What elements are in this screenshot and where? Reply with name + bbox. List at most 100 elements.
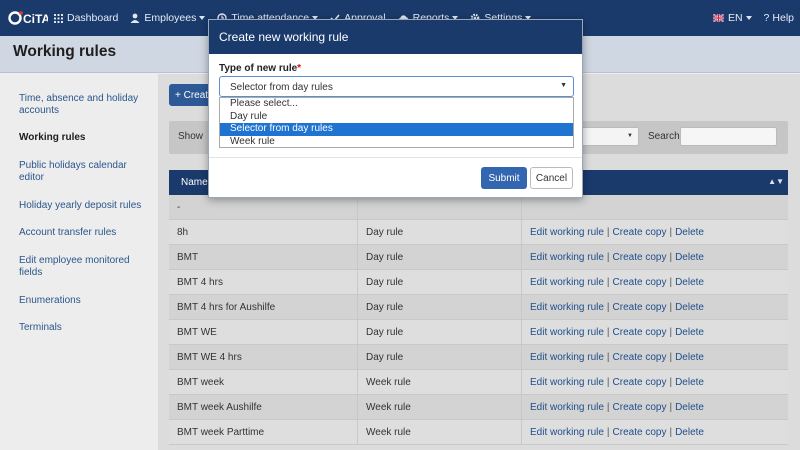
rule-type-selected-value: Selector from day rules xyxy=(230,82,333,93)
action-separator: | xyxy=(669,351,673,363)
table-row[interactable]: BMT week Parttime Week rule Edit working… xyxy=(169,420,788,445)
nav-dashboard[interactable]: Dashboard xyxy=(54,12,118,24)
cell-name: - xyxy=(169,195,358,219)
show-label: Show xyxy=(178,131,204,142)
sidebar-item-time-absence-holiday-accounts[interactable]: Time, absence and holiday accounts xyxy=(19,93,149,117)
delete-link[interactable]: Delete xyxy=(675,377,704,388)
edit-working-rule-link[interactable]: Edit working rule xyxy=(530,302,604,313)
cancel-button[interactable]: Cancel xyxy=(530,167,573,189)
table-row[interactable]: BMT week Week rule Edit working rule | C… xyxy=(169,370,788,395)
create-copy-link[interactable]: Create copy xyxy=(613,427,667,438)
app-logo[interactable]: CiTA xyxy=(8,10,54,26)
table-row[interactable]: 8h Day rule Edit working rule | Create c… xyxy=(169,220,788,245)
help-icon: ? xyxy=(763,12,770,24)
action-separator: | xyxy=(669,426,673,438)
edit-working-rule-link[interactable]: Edit working rule xyxy=(530,327,604,338)
action-separator: | xyxy=(606,376,610,388)
edit-working-rule-link[interactable]: Edit working rule xyxy=(530,377,604,388)
action-separator: | xyxy=(606,401,610,413)
edit-working-rule-link[interactable]: Edit working rule xyxy=(530,402,604,413)
cell-name: BMT week Aushilfe xyxy=(169,395,358,419)
cell-name: BMT WE xyxy=(169,320,358,344)
delete-link[interactable]: Delete xyxy=(675,402,704,413)
cell-type: Week rule xyxy=(358,420,522,444)
create-copy-link[interactable]: Create copy xyxy=(613,252,667,263)
action-separator: | xyxy=(606,326,610,338)
nav-employees[interactable]: Employees xyxy=(130,12,206,24)
sidebar-item-terminals[interactable]: Terminals xyxy=(19,322,149,334)
sidebar-item-account-transfer-rules[interactable]: Account transfer rules xyxy=(19,227,149,239)
cell-actions: Edit working rule | Create copy | Delete xyxy=(522,395,788,419)
option-please-select[interactable]: Please select... xyxy=(220,98,573,111)
edit-working-rule-link[interactable]: Edit working rule xyxy=(530,252,604,263)
table-row[interactable]: BMT 4 hrs for Aushilfe Day rule Edit wor… xyxy=(169,295,788,320)
delete-link[interactable]: Delete xyxy=(675,352,704,363)
cell-actions: Edit working rule | Create copy | Delete xyxy=(522,270,788,294)
create-copy-link[interactable]: Create copy xyxy=(613,277,667,288)
sidebar-item-enumerations[interactable]: Enumerations xyxy=(19,295,149,307)
required-marker: * xyxy=(297,63,302,74)
delete-link[interactable]: Delete xyxy=(675,277,704,288)
option-selector-from-day-rules[interactable]: Selector from day rules xyxy=(220,123,573,136)
option-week-rule[interactable]: Week rule xyxy=(220,136,573,149)
table-row[interactable]: BMT Day rule Edit working rule | Create … xyxy=(169,245,788,270)
table-row[interactable]: BMT WE Day rule Edit working rule | Crea… xyxy=(169,320,788,345)
rule-type-label: Type of new rule* xyxy=(219,63,301,74)
cell-type: Week rule xyxy=(358,395,522,419)
sort-icon[interactable]: ▲▼ xyxy=(768,177,784,186)
table-row[interactable]: - xyxy=(169,195,788,220)
edit-working-rule-link[interactable]: Edit working rule xyxy=(530,277,604,288)
action-separator: | xyxy=(669,226,673,238)
rule-type-select[interactable]: Selector from day rules ▼ xyxy=(219,76,574,97)
create-copy-link[interactable]: Create copy xyxy=(613,227,667,238)
action-separator: | xyxy=(669,376,673,388)
page-title: Working rules xyxy=(13,43,117,60)
option-day-rule[interactable]: Day rule xyxy=(220,111,573,124)
action-separator: | xyxy=(606,301,610,313)
help-link[interactable]: Help xyxy=(772,12,794,24)
column-header-name[interactable]: Name xyxy=(181,177,208,188)
cell-name: 8h xyxy=(169,220,358,244)
delete-link[interactable]: Delete xyxy=(675,227,704,238)
table-row[interactable]: BMT WE 4 hrs Day rule Edit working rule … xyxy=(169,345,788,370)
sidebar-item-public-holidays-calendar-editor[interactable]: Public holidays calendar editor xyxy=(19,160,149,184)
language-selector[interactable]: EN xyxy=(728,12,743,24)
action-separator: | xyxy=(606,226,610,238)
modal-title: Create new working rule xyxy=(209,20,582,54)
sidebar-item-holiday-yearly-deposit-rules[interactable]: Holiday yearly deposit rules xyxy=(19,200,149,212)
edit-working-rule-link[interactable]: Edit working rule xyxy=(530,227,604,238)
action-separator: | xyxy=(669,301,673,313)
chevron-down-icon: ▼ xyxy=(627,133,633,139)
create-copy-link[interactable]: Create copy xyxy=(613,377,667,388)
edit-working-rule-link[interactable]: Edit working rule xyxy=(530,427,604,438)
action-separator: | xyxy=(606,351,610,363)
cell-name: BMT week xyxy=(169,370,358,394)
delete-link[interactable]: Delete xyxy=(675,252,704,263)
search-input[interactable] xyxy=(680,127,777,146)
action-separator: | xyxy=(669,326,673,338)
nav-right: EN ? Help xyxy=(712,0,794,36)
create-copy-link[interactable]: Create copy xyxy=(613,402,667,413)
cell-type: Day rule xyxy=(358,320,522,344)
table-row[interactable]: BMT 4 hrs Day rule Edit working rule | C… xyxy=(169,270,788,295)
create-copy-link[interactable]: Create copy xyxy=(613,302,667,313)
cell-actions: Edit working rule | Create copy | Delete xyxy=(522,420,788,444)
delete-link[interactable]: Delete xyxy=(675,302,704,313)
action-separator: | xyxy=(606,276,610,288)
create-copy-link[interactable]: Create copy xyxy=(613,327,667,338)
submit-button[interactable]: Submit xyxy=(481,167,527,189)
delete-link[interactable]: Delete xyxy=(675,427,704,438)
delete-link[interactable]: Delete xyxy=(675,327,704,338)
svg-text:CiTA: CiTA xyxy=(23,12,48,26)
action-separator: | xyxy=(669,251,673,263)
cell-type: Day rule xyxy=(358,245,522,269)
sidebar-item-edit-employee-monitored-fields[interactable]: Edit employee monitored fields xyxy=(19,255,149,279)
cell-actions: Edit working rule | Create copy | Delete xyxy=(522,295,788,319)
cell-name: BMT WE 4 hrs xyxy=(169,345,358,369)
edit-working-rule-link[interactable]: Edit working rule xyxy=(530,352,604,363)
sidebar-item-working-rules[interactable]: Working rules xyxy=(19,132,149,144)
cell-actions: Edit working rule | Create copy | Delete xyxy=(522,220,788,244)
cell-type: Day rule xyxy=(358,220,522,244)
create-copy-link[interactable]: Create copy xyxy=(613,352,667,363)
table-row[interactable]: BMT week Aushilfe Week rule Edit working… xyxy=(169,395,788,420)
